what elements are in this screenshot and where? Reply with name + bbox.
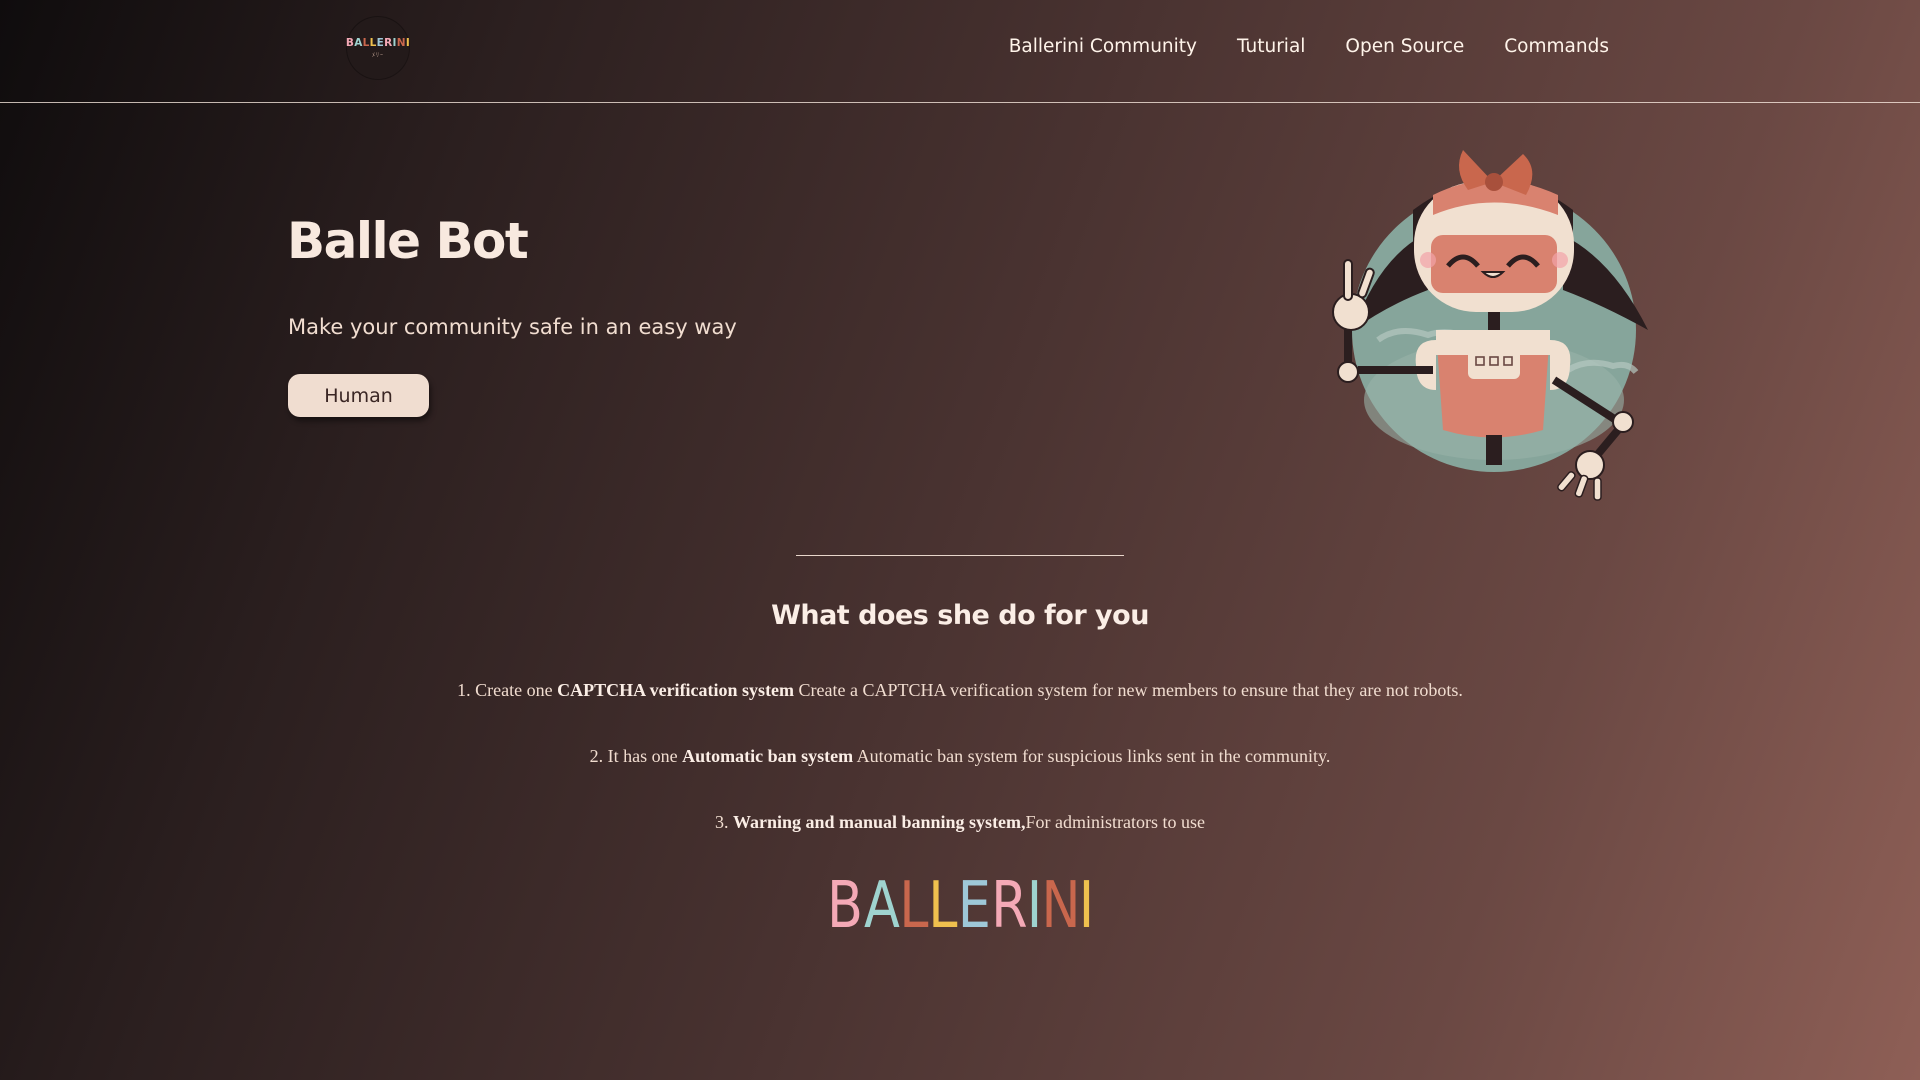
feature-3-text: For administrators to use <box>1025 812 1206 832</box>
wordmark-letter: R <box>991 869 1029 943</box>
section-divider <box>796 555 1124 556</box>
wordmark-letter: I <box>1026 869 1043 943</box>
logo-letter: R <box>384 37 393 49</box>
wordmark-letter: A <box>863 869 901 943</box>
logo-text: BALLERINI <box>346 37 410 49</box>
feature-2-prefix: 2. It has one <box>589 746 683 766</box>
feature-2-bold: Automatic ban system <box>682 746 854 766</box>
feature-item-3: 3. Warning and manual banning system,For… <box>0 812 1920 833</box>
robot-mascot-illustration <box>1332 150 1648 501</box>
feature-2-text: Automatic ban system for suspicious link… <box>853 746 1331 766</box>
section-title: What does she do for you <box>771 600 1149 631</box>
wordmark-letter: L <box>899 869 930 943</box>
nav-tutorial[interactable]: Tuturial <box>1237 36 1305 57</box>
feature-item-1: 1. Create one CAPTCHA verification syste… <box>0 680 1920 701</box>
feature-1-bold: CAPTCHA verification system <box>557 680 795 700</box>
logo-letter: I <box>405 37 411 49</box>
wordmark-letter: N <box>1040 869 1081 943</box>
site-header: BALLERINI ﾒﾘｰ Ballerini Community Tuturi… <box>0 0 1920 103</box>
logo-letter: N <box>396 37 406 49</box>
logo-letter: L <box>369 37 377 49</box>
wordmark-letter: B <box>826 869 864 943</box>
feature-1-text: Create a CAPTCHA verification system for… <box>794 680 1463 700</box>
logo-subtext: ﾒﾘｰ <box>371 52 384 59</box>
main-nav: Ballerini Community Tuturial Open Source… <box>1009 36 1609 57</box>
logo-letter: L <box>362 37 370 49</box>
ballerini-wordmark: BALLERINI <box>0 870 1920 942</box>
ballerini-logo[interactable]: BALLERINI ﾒﾘｰ <box>346 17 410 79</box>
hero-title: Balle Bot <box>287 212 529 270</box>
wordmark-letter: L <box>928 869 959 943</box>
feature-3-prefix: 3. <box>714 812 733 832</box>
wordmark-letter: I <box>1079 869 1096 943</box>
logo-letter: A <box>354 37 363 49</box>
logo-letter: B <box>345 37 355 49</box>
nav-ballerini-community[interactable]: Ballerini Community <box>1009 36 1197 57</box>
feature-1-prefix: 1. Create one <box>457 680 558 700</box>
feature-item-2: 2. It has one Automatic ban system Autom… <box>0 746 1920 767</box>
nav-open-source[interactable]: Open Source <box>1345 36 1464 57</box>
nav-commands[interactable]: Commands <box>1504 36 1609 57</box>
human-button[interactable]: Human <box>288 374 429 417</box>
wordmark-letter: E <box>957 869 992 943</box>
feature-3-bold: Warning and manual banning system, <box>732 812 1026 832</box>
hero-subtitle: Make your community safe in an easy way <box>288 315 737 339</box>
